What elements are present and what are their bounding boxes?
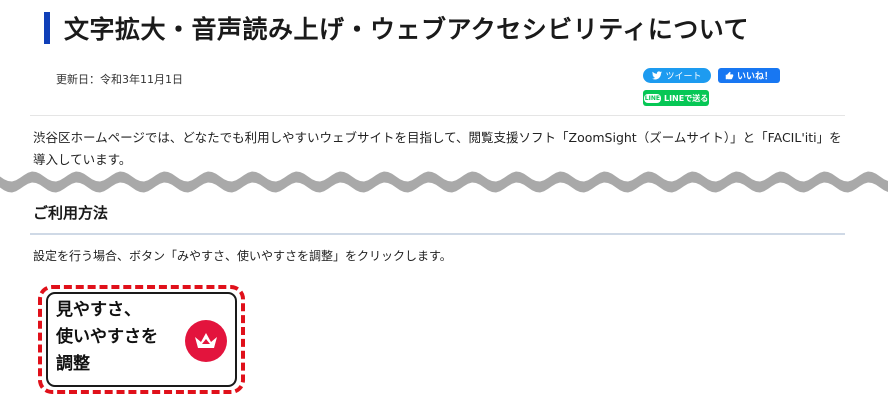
like-label: いいね！ [736,72,773,82]
adjust-button-line-1: 見やすさ、 [56,300,141,320]
updated-date: 更新日：令和3年11月1日 [56,73,183,86]
crown-icon [195,333,217,348]
adjust-button-line-2: 使いやすさを [56,327,158,347]
adjust-button-line-3: 調整 [56,354,90,374]
tweet-button[interactable]: ツイート [643,68,711,83]
title-accent-bar [44,12,50,44]
line-share-label: LINEで送る [663,93,709,103]
header-divider [30,115,845,116]
adjust-button-label: 見やすさ、 使いやすさを 調整 [56,297,158,378]
accessibility-adjust-button[interactable]: 見やすさ、 使いやすさを 調整 [46,292,237,387]
tweet-label: ツイート [665,72,702,82]
usage-heading-underline [30,233,845,235]
facebook-like-button[interactable]: いいね！ [718,68,780,83]
line-share-button[interactable]: LINE LINEで送る [643,90,709,106]
thumbs-up-icon [725,71,734,80]
usage-heading: ご利用方法 [33,204,109,222]
line-logo-icon: LINE [643,93,661,103]
usage-instruction: 設定を行う場合、ボタン「みやすさ、使いやすさを調整」をクリックします。 [33,249,452,263]
page-title: 文字拡大・音声読み上げ・ウェブアクセシビリティについて [64,15,750,44]
page-title-block: 文字拡大・音声読み上げ・ウェブアクセシビリティについて [44,10,749,46]
twitter-bird-icon [652,71,663,80]
torn-edge-divider [0,171,888,193]
crown-logo-icon [185,320,227,362]
